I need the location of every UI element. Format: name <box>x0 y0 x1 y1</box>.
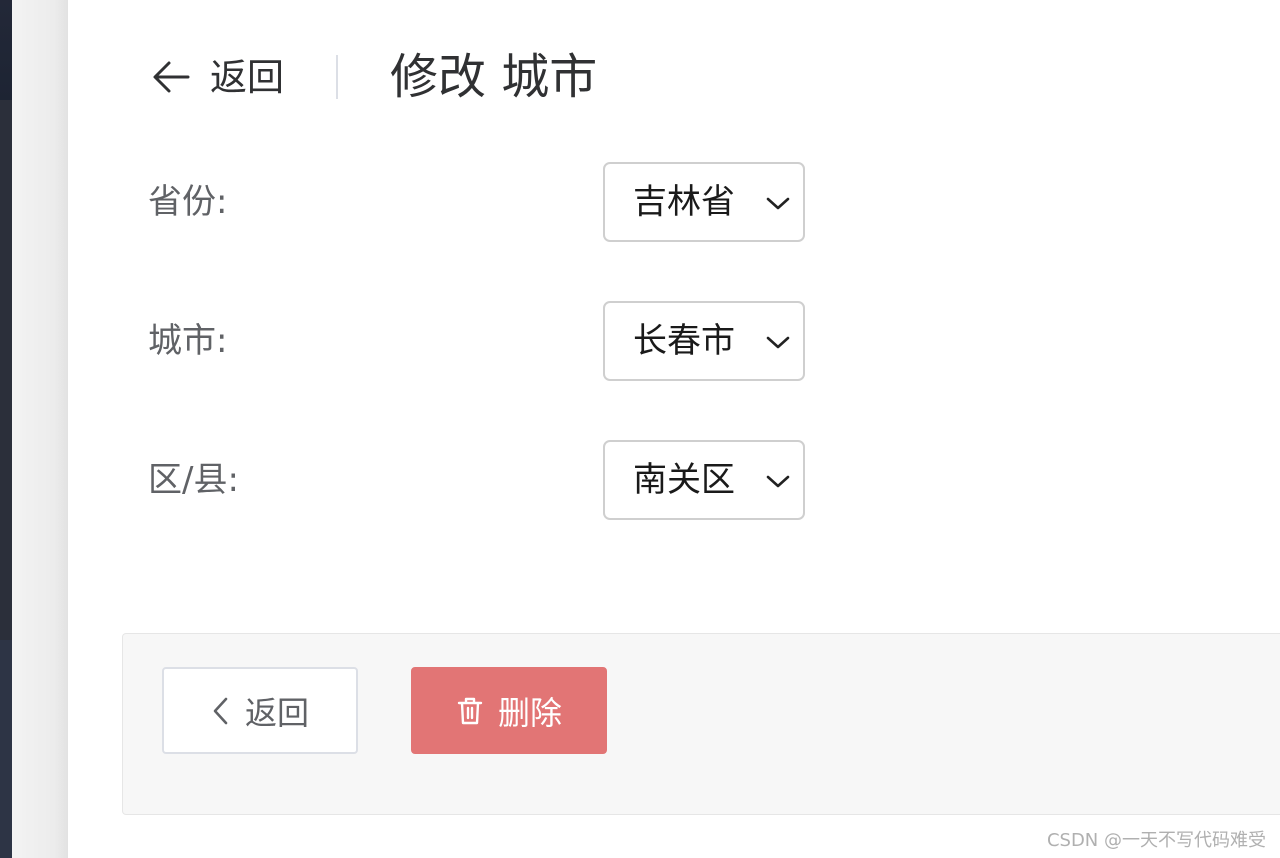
city-select[interactable]: 长春市 <box>603 301 805 381</box>
district-select[interactable]: 南关区 <box>603 440 805 520</box>
district-label: 区/县: <box>148 460 239 500</box>
delete-button-label: 删除 <box>497 693 562 732</box>
page-header: 返回 修改 城市 <box>152 44 852 110</box>
form-actions-panel: 返回 删除 <box>122 633 1280 815</box>
background-app-edge <box>0 0 12 858</box>
chevron-left-icon <box>213 697 228 724</box>
chevron-down-icon <box>766 336 790 349</box>
province-select[interactable]: 吉林省 <box>603 162 805 242</box>
form-row-district: 区/县: 南关区 <box>148 440 848 520</box>
city-select-value: 长春市 <box>633 321 735 361</box>
arrow-left-icon <box>153 61 190 93</box>
province-label: 省份: <box>148 182 228 222</box>
back-button[interactable]: 返回 <box>162 667 358 754</box>
edit-city-page: 返回 修改 城市 省份: 吉林省 城市: 长春市 区/县: 南关区 返回 删除 … <box>68 0 1280 858</box>
district-select-value: 南关区 <box>633 460 735 500</box>
chevron-down-icon <box>766 475 790 488</box>
watermark-text: CSDN @一天不写代码难受 <box>1046 830 1266 851</box>
trash-icon <box>457 697 483 724</box>
header-back-link[interactable]: 返回 <box>152 59 284 96</box>
delete-button[interactable]: 删除 <box>411 667 607 754</box>
header-back-label: 返回 <box>210 55 284 99</box>
header-divider <box>336 55 338 99</box>
page-title: 修改 城市 <box>390 49 598 105</box>
province-select-value: 吉林省 <box>633 182 735 222</box>
city-label: 城市: <box>148 321 228 361</box>
page-shadow-gutter <box>12 0 68 858</box>
form-row-province: 省份: 吉林省 <box>148 162 848 242</box>
back-button-label: 返回 <box>244 693 309 732</box>
chevron-down-icon <box>766 197 790 210</box>
form-row-city: 城市: 长春市 <box>148 301 848 381</box>
